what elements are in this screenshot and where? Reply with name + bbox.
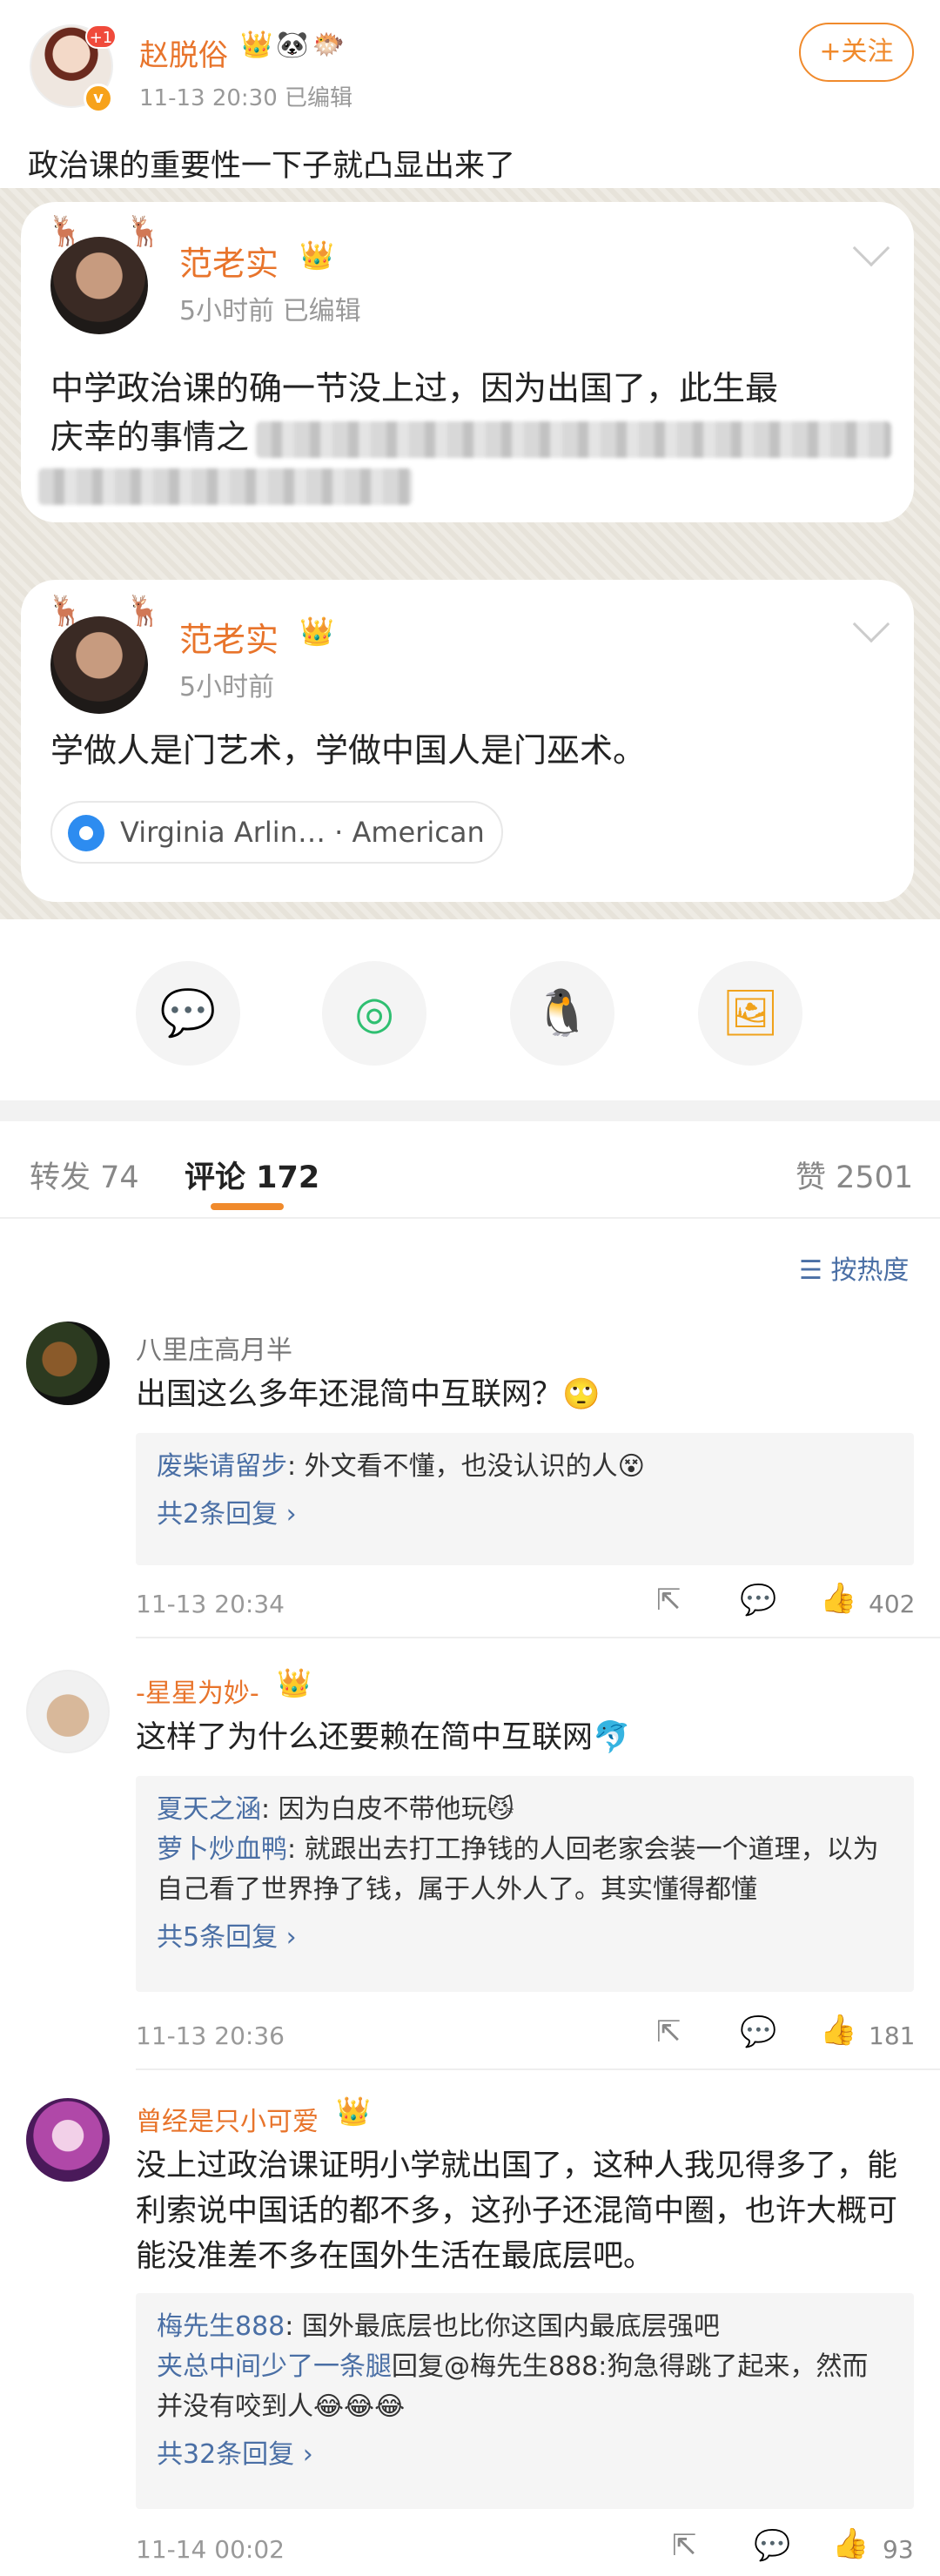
reply-line: 废柴请留步: 外文看不懂，也没认识的人😵 [157, 1447, 893, 1487]
share-icon[interactable]: ⇱ [656, 1583, 682, 1618]
reply-text: : 外文看不懂，也没认识的人😵 [287, 1451, 645, 1482]
chevron-down-icon [852, 229, 890, 267]
card-avatar [50, 616, 148, 714]
comment-icon[interactable]: 💬 [740, 1583, 776, 1618]
commenter-name[interactable]: 八里庄高月半 [136, 1328, 292, 1367]
like-count: 402 [869, 1590, 916, 1618]
active-tab-indicator [211, 1203, 284, 1210]
blurred-text [38, 468, 413, 505]
crown-icon: 👑 [299, 239, 334, 272]
reply-line: 萝卜炒血鸭: 就跟出去打工挣钱的人回老家会装一个道理，以为自己看了世界挣了钱，属… [157, 1830, 893, 1910]
section-divider [0, 1100, 940, 1121]
location-tag: Virginia Arlin… · American [50, 801, 503, 864]
like-icon[interactable]: 👍 [832, 2526, 869, 2561]
chevron-down-icon [852, 605, 890, 643]
sort-label: 按热度 [830, 1255, 910, 1286]
reply-user[interactable]: 夹总中间少了一条腿 [157, 2351, 392, 2382]
reply-text: : 国外最底层也比你这国内最底层强吧 [285, 2311, 720, 2342]
reply-user[interactable]: 废柴请留步 [157, 1451, 287, 1482]
comment-time: 11-13 20:36 [136, 2021, 285, 2050]
tab-repost[interactable]: 转发 74 [30, 1153, 139, 1197]
crown-icon: 👑 [336, 2095, 371, 2128]
card-meta: 5小时前 [179, 672, 275, 703]
more-replies-link[interactable]: 共5条回复 › [157, 1915, 893, 1961]
comment-icon[interactable]: 💬 [754, 2528, 790, 2563]
comment-time: 11-13 20:34 [136, 1590, 285, 1618]
location-label: Virginia Arlin… · American [120, 816, 485, 849]
share-icon[interactable]: ⇱ [672, 2528, 697, 2563]
reply-line: 夏天之涵: 因为白皮不带他玩😼 [157, 1790, 893, 1830]
comment-time: 11-14 00:02 [136, 2535, 285, 2564]
more-replies-link[interactable]: 共32条回复 › [157, 2432, 893, 2478]
sort-icon: ☰ [799, 1255, 831, 1286]
avatar[interactable] [26, 2098, 110, 2182]
plus-one-badge: +1 [85, 24, 117, 49]
comment-text: 没上过政治课证明小学就出国了，这种人我见得多了，能利索说中国话的都不多，这孙子还… [136, 2149, 898, 2274]
follow-button[interactable]: +关注 [799, 23, 914, 82]
save-image-icon[interactable]: 🖼 [698, 961, 802, 1066]
reply-user[interactable]: 梅先生888 [157, 2311, 285, 2342]
like-icon[interactable]: 👍 [820, 2013, 856, 2048]
crown-icon: 👑 [277, 1666, 312, 1699]
verified-icon: v [84, 84, 113, 113]
author-badges: 👑🐼🐡 [240, 30, 349, 60]
reply-line: 夹总中间少了一条腿回复@梅先生888:狗急得跳了起来，然而并没有咬到人😂😂😂 [157, 2347, 893, 2427]
post-text: 政治课的重要性一下子就凸显出来了 [28, 149, 516, 184]
crown-icon: 👑 [299, 615, 334, 648]
moments-icon[interactable]: ◎ [322, 961, 426, 1066]
card-avatar [50, 237, 148, 334]
blurred-text [256, 421, 891, 458]
card-text-line1: 中学政治课的确一节没上过，因为出国了，此生最 [50, 369, 779, 407]
reply-box[interactable]: 夏天之涵: 因为白皮不带他玩😼 萝卜炒血鸭: 就跟出去打工挣钱的人回老家会装一个… [136, 1776, 914, 1992]
post-meta: 11-13 20:30 已编辑 [139, 85, 353, 111]
share-icon[interactable]: ⇱ [656, 2014, 682, 2049]
commenter-name[interactable]: 曾经是只小可爱 [136, 2100, 319, 2138]
more-replies-link[interactable]: 共2条回复 › [157, 1492, 893, 1537]
sort-button[interactable]: ☰ 按热度 [799, 1248, 909, 1287]
commenter-name[interactable]: -星星为妙- [136, 1671, 259, 1710]
comment-divider [136, 2068, 940, 2070]
card-text: 学做人是门艺术，学做中国人是门巫术。 [50, 731, 647, 770]
tab-likes[interactable]: 赞 2501 [796, 1153, 913, 1197]
reply-user[interactable]: 萝卜炒血鸭 [157, 1834, 287, 1865]
like-count: 181 [869, 2021, 916, 2050]
avatar[interactable] [26, 1670, 110, 1753]
qq-icon[interactable]: 🐧 [510, 961, 614, 1066]
avatar[interactable] [26, 1322, 110, 1405]
tabs-divider [0, 1217, 940, 1219]
card-author-name: 范老实 [179, 245, 279, 283]
like-count: 93 [883, 2535, 914, 2564]
quoted-card-1: 🦌🦌 范老实 👑 5小时前 已编辑 中学政治课的确一节没上过，因为出国了，此生最… [21, 202, 914, 522]
comment-divider [136, 1637, 940, 1638]
comment-icon[interactable]: 💬 [740, 2014, 776, 2049]
quoted-card-2: 🦌🦌 范老实 👑 5小时前 学做人是门艺术，学做中国人是门巫术。 Virgini… [21, 580, 914, 902]
reply-box[interactable]: 废柴请留步: 外文看不懂，也没认识的人😵 共2条回复 › [136, 1433, 914, 1565]
wechat-icon[interactable]: 💬 [136, 961, 240, 1066]
location-pin-icon [68, 815, 104, 851]
card-meta: 5小时前 已编辑 [179, 296, 361, 326]
reply-user[interactable]: 夏天之涵 [157, 1794, 261, 1825]
reply-text: : 因为白皮不带他玩😼 [261, 1794, 514, 1825]
tab-comments[interactable]: 评论 172 [185, 1153, 319, 1197]
comment-text: 出国这么多年还混简中互联网？🙄 [136, 1377, 601, 1412]
reply-box[interactable]: 梅先生888: 国外最底层也比你这国内最底层强吧 夹总中间少了一条腿回复@梅先生… [136, 2293, 914, 2509]
card-author-name: 范老实 [179, 621, 279, 659]
comment-text: 这样了为什么还要赖在简中互联网🐬 [136, 1720, 631, 1755]
like-icon[interactable]: 👍 [820, 1581, 856, 1616]
reply-line: 梅先生888: 国外最底层也比你这国内最底层强吧 [157, 2307, 893, 2347]
author-name[interactable]: 赵脱俗 [139, 31, 228, 74]
